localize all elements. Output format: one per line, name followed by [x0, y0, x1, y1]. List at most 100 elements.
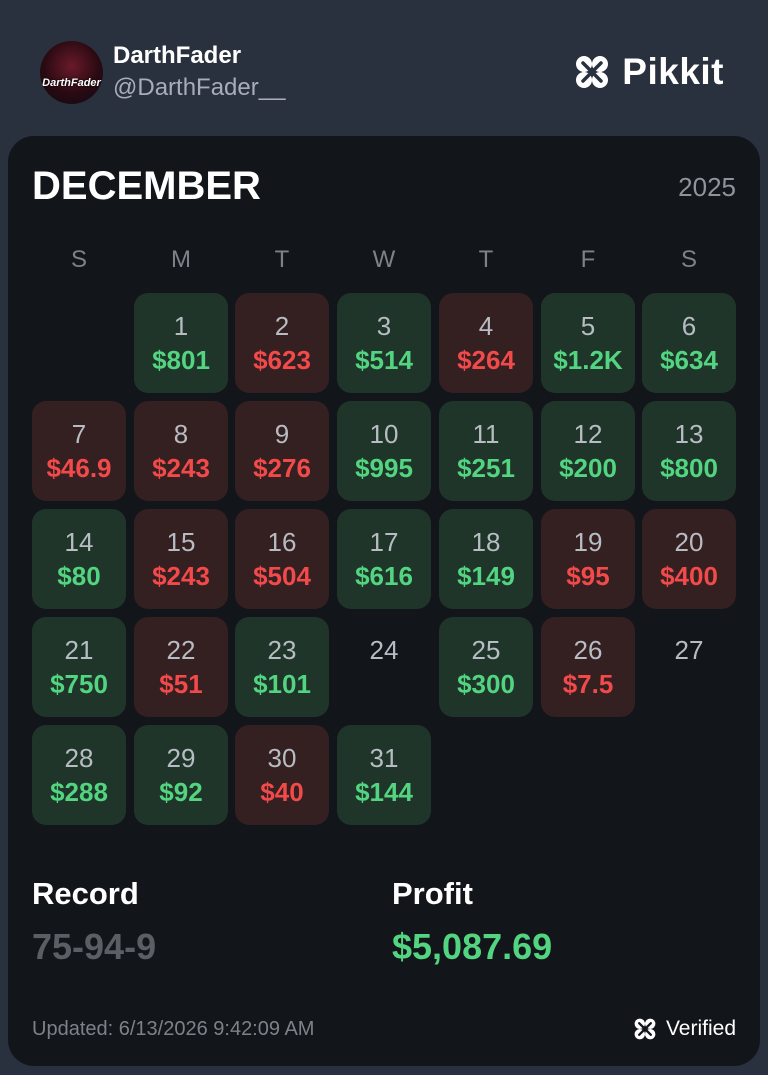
- calendar-day-cell[interactable]: 28 $288: [32, 725, 126, 825]
- day-amount: $800: [660, 453, 718, 483]
- day-amount: $504: [253, 561, 311, 591]
- day-amount: $288: [50, 777, 108, 807]
- day-number: 9: [274, 419, 290, 449]
- calendar-day-cell[interactable]: 31 $144: [337, 725, 431, 825]
- calendar-day-cell[interactable]: 9 $276: [235, 401, 329, 501]
- day-number: 31: [369, 743, 399, 773]
- day-number: 29: [166, 743, 196, 773]
- calendar-day-cell[interactable]: 6 $634: [642, 293, 736, 393]
- day-amount: $7.5: [562, 669, 614, 699]
- avatar-text: DarthFader: [42, 77, 101, 89]
- day-number: 3: [376, 311, 392, 341]
- calendar-day-cell[interactable]: 24: [337, 617, 431, 717]
- day-amount: $149: [457, 561, 515, 591]
- day-number: 16: [267, 527, 297, 557]
- day-number: 1: [173, 311, 189, 341]
- day-number: 10: [369, 419, 399, 449]
- brand-logo: Pikkit: [572, 50, 724, 94]
- day-amount: $80: [57, 561, 101, 591]
- day-amount: $634: [660, 345, 718, 375]
- day-amount: $995: [355, 453, 413, 483]
- day-amount: $92: [159, 777, 203, 807]
- day-amount: $623: [253, 345, 311, 375]
- day-number: 18: [471, 527, 501, 557]
- user-handle[interactable]: @DarthFader__: [113, 74, 285, 102]
- weekday-header: T: [478, 246, 494, 273]
- day-amount: $243: [152, 453, 210, 483]
- calendar-day-cell[interactable]: 8 $243: [134, 401, 228, 501]
- day-number: 25: [471, 635, 501, 665]
- day-number: 23: [267, 635, 297, 665]
- calendar-day-cell[interactable]: 3 $514: [337, 293, 431, 393]
- calendar-day-cell[interactable]: 20 $400: [642, 509, 736, 609]
- profit-value: $5,087.69: [392, 926, 553, 967]
- day-amount: $101: [253, 669, 311, 699]
- calendar-day-cell[interactable]: 2 $623: [235, 293, 329, 393]
- weekday-header: S: [70, 246, 87, 273]
- display-name[interactable]: DarthFader: [113, 42, 241, 70]
- day-number: 4: [478, 311, 494, 341]
- weekday-header: M: [171, 246, 191, 273]
- day-number: 7: [71, 419, 87, 449]
- day-number: 19: [573, 527, 603, 557]
- day-amount: $750: [50, 669, 108, 699]
- calendar-day-cell[interactable]: 7 $46.9: [32, 401, 126, 501]
- day-amount: $243: [152, 561, 210, 591]
- calendar-day-cell[interactable]: 18 $149: [439, 509, 533, 609]
- calendar-day-cell[interactable]: 4 $264: [439, 293, 533, 393]
- brand-name: Pikkit: [622, 51, 724, 92]
- day-number: 28: [64, 743, 94, 773]
- calendar-day-cell[interactable]: 10 $995: [337, 401, 431, 501]
- month-title: DECEMBER: [32, 164, 261, 208]
- calendar-day-cell[interactable]: 21 $750: [32, 617, 126, 717]
- record-value: 75-94-9: [32, 926, 157, 967]
- day-number: 12: [573, 419, 603, 449]
- calendar-day-cell[interactable]: 22 $51: [134, 617, 228, 717]
- day-number: 26: [573, 635, 603, 665]
- day-number: 22: [166, 635, 196, 665]
- day-number: 8: [173, 419, 189, 449]
- day-amount: $264: [457, 345, 515, 375]
- day-amount: $400: [660, 561, 718, 591]
- calendar-day-cell[interactable]: 11 $251: [439, 401, 533, 501]
- verified-badge[interactable]: Verified: [632, 1016, 736, 1042]
- calendar-day-cell[interactable]: 12 $200: [541, 401, 635, 501]
- day-number: 15: [166, 527, 196, 557]
- calendar-card: DECEMBER 2025 S M T W T F S 1 $801 2 $623 3 $514 4 $26…: [8, 136, 760, 1066]
- day-amount: $251: [457, 453, 515, 483]
- calendar-day-cell[interactable]: 23 $101: [235, 617, 329, 717]
- calendar-day-cell[interactable]: 27: [642, 617, 736, 717]
- day-amount: $801: [152, 345, 210, 375]
- record-label: Record: [32, 876, 139, 911]
- profile-header: DarthFader DarthFader @DarthFader__ Pikk…: [0, 0, 768, 136]
- calendar-day-cell[interactable]: 30 $40: [235, 725, 329, 825]
- calendar-day-cell[interactable]: 25 $300: [439, 617, 533, 717]
- calendar-day-cell[interactable]: 1 $801: [134, 293, 228, 393]
- calendar-day-cell[interactable]: 29 $92: [134, 725, 228, 825]
- calendar-day-cell[interactable]: 14 $80: [32, 509, 126, 609]
- day-amount: $514: [355, 345, 413, 375]
- calendar-day-cell[interactable]: 5 $1.2K: [541, 293, 635, 393]
- calendar-day-cell[interactable]: 15 $243: [134, 509, 228, 609]
- avatar[interactable]: DarthFader: [40, 41, 103, 104]
- calendar-day-cell[interactable]: 26 $7.5: [541, 617, 635, 717]
- day-number: 6: [681, 311, 697, 341]
- verified-label: Verified: [665, 1017, 736, 1040]
- day-number: 17: [369, 527, 399, 557]
- day-number: 27: [674, 635, 704, 665]
- day-number: 14: [64, 527, 94, 557]
- calendar-day-cell[interactable]: 17 $616: [337, 509, 431, 609]
- calendar-day-cell[interactable]: 16 $504: [235, 509, 329, 609]
- clover-logo-icon: [576, 56, 609, 88]
- weekday-header: S: [680, 246, 697, 273]
- calendar-day-cell[interactable]: 13 $800: [642, 401, 736, 501]
- clover-verified-icon: [634, 1018, 656, 1040]
- day-number: 13: [674, 419, 704, 449]
- day-amount: $1.2K: [553, 345, 623, 375]
- day-number: 30: [267, 743, 297, 773]
- day-amount: $200: [559, 453, 617, 483]
- calendar-day-cell[interactable]: 19 $95: [541, 509, 635, 609]
- weekday-header: F: [580, 246, 596, 273]
- weekday-header: T: [274, 246, 290, 273]
- day-amount: $144: [355, 777, 413, 807]
